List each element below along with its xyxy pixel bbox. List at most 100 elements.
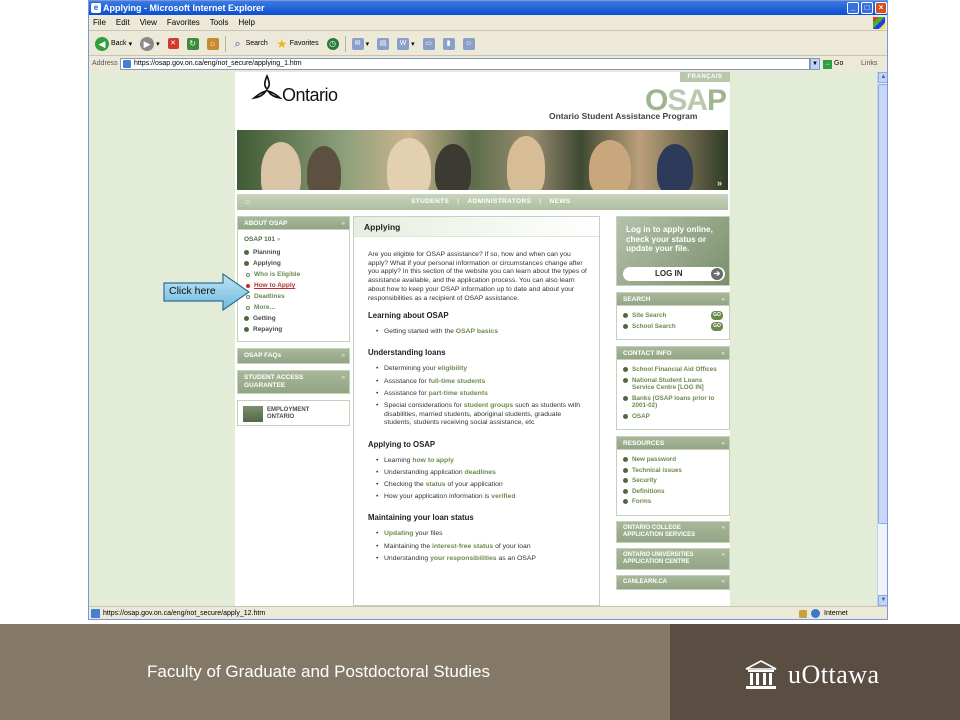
resource-link[interactable]: Technical issues bbox=[623, 467, 723, 475]
messenger-button[interactable]: ☺ bbox=[461, 35, 477, 53]
sidebar-item-repaying[interactable]: Repaying bbox=[244, 324, 343, 335]
page-icon bbox=[123, 60, 131, 68]
sidebar-item-getting[interactable]: Getting bbox=[244, 313, 343, 324]
ontario-college-application-link[interactable]: ONTARIO COLLEGE APPLICATION SERVICES » bbox=[616, 520, 730, 543]
vertical-scrollbar[interactable]: ▲ ▼ bbox=[877, 72, 887, 606]
back-button[interactable]: ◀ Back ▾ bbox=[93, 35, 134, 53]
resource-link[interactable]: Definitions bbox=[623, 488, 723, 496]
resource-link-label: Technical issues bbox=[632, 466, 682, 474]
sidebar-item-more[interactable]: More... bbox=[244, 302, 343, 313]
content-link[interactable]: deadlines bbox=[464, 469, 495, 476]
scroll-up-icon[interactable]: ▲ bbox=[878, 72, 887, 83]
menu-file[interactable]: File bbox=[93, 15, 106, 30]
scroll-down-icon[interactable]: ▼ bbox=[878, 595, 887, 606]
content-link[interactable]: your responsibilities bbox=[430, 555, 496, 562]
employment-ontario-link[interactable]: EMPLOYMENT ONTARIO bbox=[237, 400, 350, 426]
about-osap-header[interactable]: ABOUT OSAP » bbox=[237, 216, 350, 230]
sidebar-item-label: Applying bbox=[253, 260, 281, 267]
sidebar-item-applying[interactable]: Applying bbox=[244, 258, 343, 269]
search-header: SEARCH » bbox=[616, 292, 730, 306]
sidebar-item-who-is-eligible[interactable]: Who is Eligible bbox=[244, 269, 343, 280]
content-link[interactable]: OSAP basics bbox=[456, 328, 498, 335]
login-button[interactable]: LOG IN ➔ bbox=[623, 267, 725, 281]
photo-figure bbox=[387, 138, 431, 190]
forward-button[interactable]: ▶ ▾ bbox=[138, 35, 162, 53]
ontario-universities-application-link[interactable]: ONTARIO UNIVERSITIES APPLICATION CENTRE … bbox=[616, 547, 730, 570]
page-icon bbox=[91, 609, 100, 618]
search-button[interactable]: ⌕ Search bbox=[230, 35, 270, 53]
go-button[interactable]: GO bbox=[711, 321, 723, 331]
content-link[interactable]: Updating bbox=[384, 530, 413, 537]
contact-link[interactable]: School Financial Aid Offices bbox=[623, 366, 723, 374]
address-dropdown-button[interactable]: ▼ bbox=[810, 58, 820, 70]
discuss-button[interactable]: ▭ bbox=[421, 35, 437, 53]
school-search-link[interactable]: School Search GO bbox=[623, 321, 723, 331]
bullet-icon bbox=[623, 377, 628, 383]
mail-button[interactable]: ✉ ▾ bbox=[350, 35, 372, 53]
list-item: Special considerations for student group… bbox=[376, 402, 589, 428]
maximize-button[interactable]: □ bbox=[861, 2, 873, 14]
contact-link[interactable]: National Student Loans Service Centre [L… bbox=[623, 377, 723, 392]
research-icon: ▮ bbox=[442, 37, 455, 50]
address-url: https://osap.gov.on.ca/eng/not_secure/ap… bbox=[134, 60, 302, 67]
sidebar-item-how-to-apply[interactable]: How to Apply bbox=[244, 280, 343, 291]
edit-button[interactable]: W ▾ bbox=[395, 35, 417, 53]
contact-link[interactable]: Banks (OSAP loans prior to 2001-02) bbox=[623, 395, 723, 410]
status-bar: https://osap.gov.on.ca/eng/not_secure/ap… bbox=[89, 606, 887, 619]
student-access-guarantee-link[interactable]: STUDENT ACCESS GUARANTEE » bbox=[237, 370, 350, 394]
content-link[interactable]: how to apply bbox=[412, 457, 454, 464]
list-item-text: Assistance for bbox=[384, 389, 429, 397]
sidebar-item-planning[interactable]: Planning bbox=[244, 247, 343, 258]
history-button[interactable]: ◷ bbox=[325, 35, 341, 53]
content-link[interactable]: full-time students bbox=[429, 378, 486, 385]
address-label: Address bbox=[92, 60, 118, 67]
nav-divider: | bbox=[539, 198, 542, 205]
sidebar-item-deadlines[interactable]: Deadlines bbox=[244, 291, 343, 302]
menu-bar: File Edit View Favorites Tools Help bbox=[89, 15, 887, 31]
canlearn-link[interactable]: CANLEARN.CA » bbox=[616, 574, 730, 590]
menu-view[interactable]: View bbox=[140, 15, 157, 30]
stop-button[interactable]: ✕ bbox=[166, 35, 181, 53]
site-search-link[interactable]: Site Search GO bbox=[623, 311, 723, 320]
menu-tools[interactable]: Tools bbox=[210, 15, 229, 30]
nav-administrators[interactable]: ADMINISTRATORS bbox=[463, 198, 535, 205]
address-input[interactable]: https://osap.gov.on.ca/eng/not_secure/ap… bbox=[120, 58, 810, 70]
osap-faqs-link[interactable]: OSAP FAQs » bbox=[237, 348, 350, 364]
home-icon[interactable]: ⌂ bbox=[245, 198, 253, 206]
section-title: Learning about OSAP bbox=[368, 311, 449, 321]
content-link[interactable]: student groups bbox=[464, 402, 513, 409]
nav-news[interactable]: NEWS bbox=[546, 198, 575, 205]
resource-link[interactable]: Security bbox=[623, 477, 723, 485]
search-label: Search bbox=[245, 40, 268, 47]
content-link[interactable]: eligibility bbox=[438, 365, 467, 372]
home-button[interactable]: ⌂ bbox=[205, 35, 221, 53]
double-chevron-icon: » bbox=[341, 220, 345, 227]
contact-link[interactable]: OSAP bbox=[623, 413, 723, 421]
resource-link[interactable]: New password bbox=[623, 456, 723, 464]
top-nav: ⌂ STUDENTS | ADMINISTRATORS | NEWS bbox=[237, 194, 728, 210]
francais-link[interactable]: FRANÇAIS bbox=[680, 72, 730, 82]
menu-favorites[interactable]: Favorites bbox=[167, 15, 200, 30]
messenger-icon: ☺ bbox=[462, 37, 475, 50]
college-label-line1: ONTARIO COLLEGE bbox=[623, 524, 681, 531]
scrollbar-thumb[interactable] bbox=[878, 84, 887, 524]
go-button[interactable]: → Go bbox=[823, 58, 843, 70]
content-link[interactable]: interest-free status bbox=[432, 543, 493, 550]
resource-link[interactable]: Forms bbox=[623, 498, 723, 506]
close-button[interactable]: × bbox=[875, 2, 887, 14]
research-button[interactable]: ▮ bbox=[441, 35, 457, 53]
content-link[interactable]: verified bbox=[491, 493, 515, 500]
print-button[interactable]: ▤ bbox=[375, 35, 391, 53]
minimize-button[interactable]: _ bbox=[847, 2, 859, 14]
list-item: How your application information is veri… bbox=[376, 493, 589, 502]
content-link[interactable]: status bbox=[426, 481, 446, 488]
go-button[interactable]: GO bbox=[711, 311, 723, 320]
nav-students[interactable]: STUDENTS bbox=[407, 198, 453, 205]
refresh-button[interactable]: ↻ bbox=[185, 35, 201, 53]
menu-help[interactable]: Help bbox=[238, 15, 254, 30]
status-url: https://osap.gov.on.ca/eng/not_secure/ap… bbox=[103, 610, 266, 617]
links-button[interactable]: Links bbox=[861, 57, 877, 71]
menu-edit[interactable]: Edit bbox=[116, 15, 130, 30]
content-link[interactable]: part-time students bbox=[429, 390, 488, 397]
favorites-button[interactable]: ★ Favorites bbox=[274, 35, 321, 53]
